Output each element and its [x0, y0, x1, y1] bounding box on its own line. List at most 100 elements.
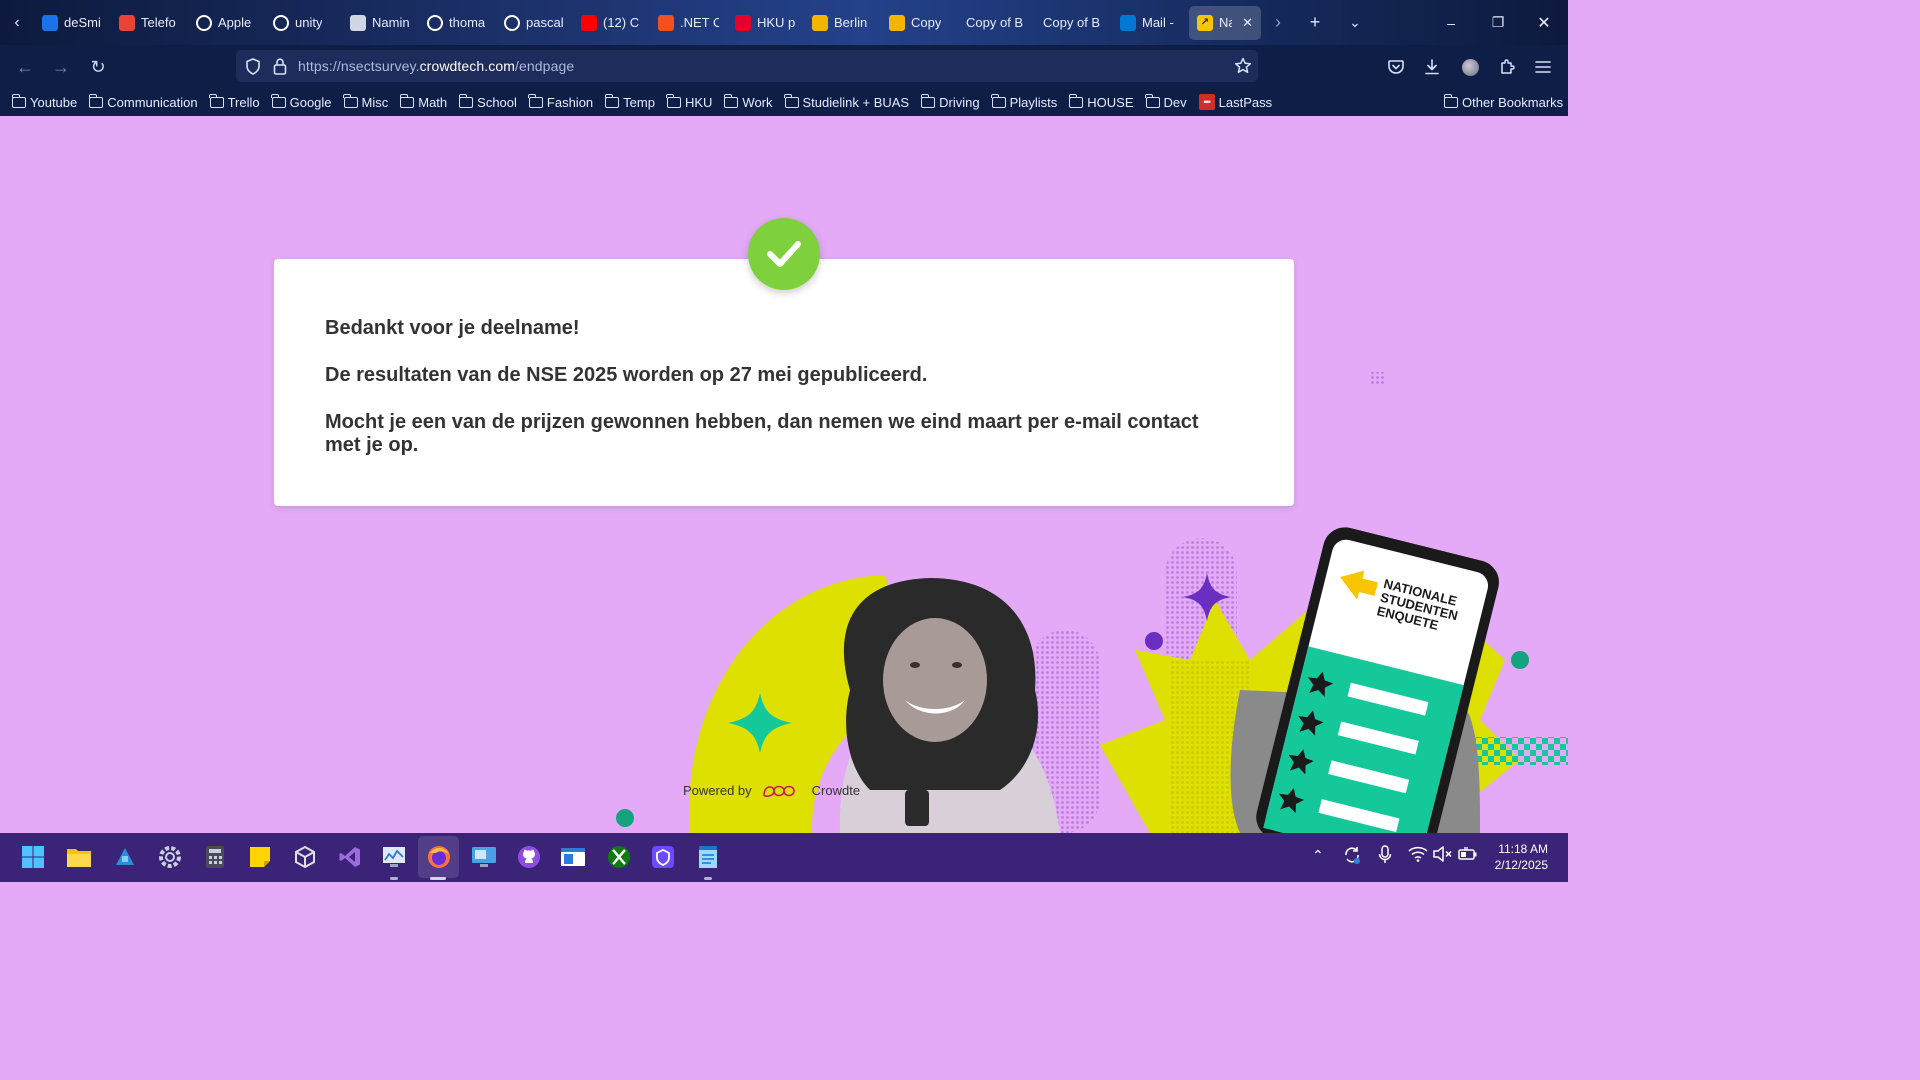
- tab-item[interactable]: unity: [265, 6, 342, 40]
- powered-by-footer[interactable]: Powered by Crowdte: [683, 781, 860, 799]
- tab-item[interactable]: Telefo: [111, 6, 188, 40]
- notepad-icon[interactable]: [695, 844, 721, 870]
- volume-muted-icon[interactable]: [1432, 845, 1452, 866]
- running-indicator: [390, 877, 398, 880]
- address-bar[interactable]: https://nsectsurvey.crowdtech.com/endpag…: [236, 50, 1258, 82]
- tab-active[interactable]: ↗ Nat ✕: [1189, 5, 1261, 40]
- bookmark-folder[interactable]: Driving: [920, 93, 980, 110]
- account-avatar[interactable]: [1456, 53, 1484, 81]
- bookmark-list: Youtube Communication Trello Google Misc Math…: [0, 93, 1187, 110]
- bookmark-folder[interactable]: Misc: [343, 93, 389, 110]
- tab-item[interactable]: Mail -: [1112, 6, 1189, 40]
- resource-monitor-icon[interactable]: [381, 844, 407, 870]
- tab-item[interactable]: Berlin: [804, 6, 881, 40]
- proton-vpn-icon[interactable]: [650, 844, 676, 870]
- menu-icon[interactable]: [1529, 53, 1557, 81]
- folder-icon: [458, 93, 474, 108]
- microphone-icon[interactable]: [1378, 845, 1392, 868]
- bookmark-folder[interactable]: Work: [723, 93, 773, 110]
- pocket-icon[interactable]: [1382, 53, 1410, 81]
- remote-desktop-icon[interactable]: [471, 844, 497, 870]
- bookmark-folder[interactable]: Playlists: [991, 93, 1057, 110]
- bookmark-label: Misc: [361, 94, 389, 110]
- list-tabs-button[interactable]: ⌄: [1335, 0, 1375, 45]
- tab-item[interactable]: Copy of B: [1035, 6, 1112, 40]
- shield-icon[interactable]: [245, 58, 261, 75]
- back-button[interactable]: ←: [7, 49, 43, 85]
- bookmark-lastpass[interactable]: ••• LastPass: [1198, 94, 1272, 110]
- reload-button[interactable]: ↻: [80, 49, 116, 85]
- extensions-icon[interactable]: [1493, 53, 1521, 81]
- wifi-icon[interactable]: [1408, 846, 1428, 865]
- tab-item[interactable]: Apple: [188, 6, 265, 40]
- tab-item[interactable]: Copy: [881, 6, 958, 40]
- windows-taskbar: ⌃ 11:18 AM 2/12/2025: [0, 833, 1568, 882]
- other-bookmarks[interactable]: Other Bookmarks: [1443, 93, 1563, 110]
- close-window-button[interactable]: ✕: [1521, 0, 1567, 45]
- close-tab-icon[interactable]: ✕: [1242, 15, 1253, 31]
- tab-label: thoma: [449, 15, 486, 30]
- sticky-notes-icon[interactable]: [247, 844, 273, 870]
- teal-dot: [1511, 651, 1529, 669]
- tab-item[interactable]: Namin: [342, 6, 419, 40]
- sync-icon[interactable]: [1342, 845, 1362, 868]
- calculator-icon[interactable]: [202, 844, 228, 870]
- tab-item[interactable]: Copy of B: [958, 6, 1035, 40]
- microsoft-icon: [658, 14, 674, 31]
- unity-hub-icon[interactable]: [292, 844, 318, 870]
- bookmark-label: Communication: [107, 94, 198, 110]
- bookmark-folder[interactable]: Dev: [1145, 93, 1187, 110]
- xbox-icon[interactable]: [606, 844, 632, 870]
- bookmark-folder[interactable]: School: [458, 93, 517, 110]
- file-explorer-icon[interactable]: [66, 844, 92, 870]
- bookmark-label: HOUSE: [1087, 94, 1134, 110]
- minimize-button[interactable]: –: [1428, 0, 1474, 45]
- bookmark-folder[interactable]: Fashion: [528, 93, 593, 110]
- bookmark-folder[interactable]: HOUSE: [1068, 93, 1134, 110]
- bookmark-folder[interactable]: Trello: [209, 93, 260, 110]
- bookmark-folder[interactable]: Communication: [88, 93, 198, 110]
- tab-label: Namin: [372, 15, 410, 30]
- firefox-icon[interactable]: [426, 844, 452, 870]
- bookmark-label: Studielink + BUAS: [802, 94, 910, 110]
- url-text[interactable]: https://nsectsurvey.crowdtech.com/endpag…: [298, 58, 574, 74]
- tab-label: Berlin: [834, 15, 868, 30]
- purple-dot: [1145, 632, 1163, 650]
- bookmark-folder[interactable]: Temp: [604, 93, 655, 110]
- bookmark-star-icon[interactable]: [1234, 57, 1252, 75]
- github-desktop-icon[interactable]: [516, 844, 542, 870]
- tab-scroll-right-button[interactable]: ›: [1261, 0, 1295, 45]
- settings-icon[interactable]: [157, 844, 183, 870]
- tab-item[interactable]: HKU p: [727, 6, 804, 40]
- tab-label: Copy of B: [1043, 15, 1101, 30]
- system-clock[interactable]: 11:18 AM 2/12/2025: [1495, 841, 1548, 873]
- github-icon: [196, 14, 212, 31]
- bookmark-folder[interactable]: HKU: [666, 93, 712, 110]
- bookmark-folder[interactable]: Studielink + BUAS: [784, 93, 910, 110]
- tab-item[interactable]: .NET C: [650, 6, 727, 40]
- tab-label: (12) C: [603, 15, 640, 30]
- new-tab-button[interactable]: +: [1295, 0, 1335, 45]
- battery-icon[interactable]: [1457, 846, 1479, 865]
- visual-studio-icon[interactable]: [337, 844, 363, 870]
- bookmark-folder[interactable]: Math: [399, 93, 447, 110]
- show-hidden-icons-button[interactable]: ⌃: [1312, 847, 1324, 864]
- windows-start-icon[interactable]: [20, 844, 46, 870]
- tab-item[interactable]: pascal: [496, 6, 573, 40]
- tab-item[interactable]: (12) C: [573, 6, 650, 40]
- lock-icon[interactable]: [273, 58, 287, 75]
- folder-icon: [604, 93, 620, 108]
- azure-data-icon[interactable]: [112, 844, 138, 870]
- bookmark-folder[interactable]: Google: [271, 93, 332, 110]
- restore-button[interactable]: ❐: [1475, 0, 1521, 45]
- forward-button[interactable]: →: [43, 49, 79, 85]
- folder-icon: [920, 93, 936, 108]
- tab-scroll-left-button[interactable]: ‹: [0, 0, 34, 45]
- downloads-icon[interactable]: [1418, 53, 1446, 81]
- tab-item[interactable]: thoma: [419, 6, 496, 40]
- tab-item[interactable]: deSmi: [34, 6, 111, 40]
- bookmark-folder[interactable]: Youtube: [11, 93, 77, 110]
- window-app-icon[interactable]: [560, 844, 586, 870]
- thank-you-heading: Bedankt voor je deelname!: [325, 317, 580, 339]
- nse-icon: ↗: [1197, 14, 1213, 31]
